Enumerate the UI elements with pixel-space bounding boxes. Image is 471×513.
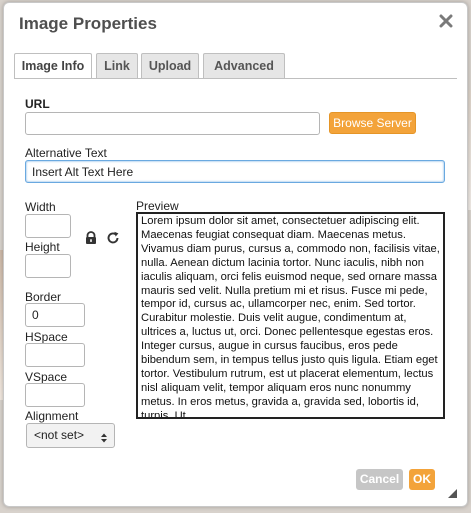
tab-link[interactable]: Link [96, 53, 138, 78]
hspace-label: HSpace [25, 330, 68, 344]
alt-text-label: Alternative Text [25, 146, 107, 160]
image-preview: Lorem ipsum dolor sit amet, consectetuer… [136, 212, 445, 419]
browse-server-button[interactable]: Browse Server [329, 112, 416, 134]
url-input[interactable] [25, 112, 320, 135]
close-icon[interactable] [437, 11, 455, 31]
width-input[interactable] [25, 214, 71, 238]
width-label: Width [25, 200, 56, 214]
dialog-title: Image Properties [19, 14, 157, 33]
lock-icon[interactable] [84, 231, 98, 245]
vspace-label: VSpace [25, 370, 68, 384]
preview-label: Preview [136, 199, 179, 213]
height-input[interactable] [25, 254, 71, 278]
tab-divider [14, 78, 457, 79]
alt-text-input[interactable] [25, 160, 445, 183]
tab-upload[interactable]: Upload [141, 53, 199, 78]
dialog-titlebar[interactable]: Image Properties [4, 3, 467, 45]
tab-image-info[interactable]: Image Info [14, 53, 92, 79]
reset-size-icon[interactable] [106, 231, 120, 245]
resize-handle-icon[interactable] [448, 485, 457, 498]
preview-text: Lorem ipsum dolor sit amet, consectetuer… [141, 215, 440, 419]
image-properties-dialog: Image Properties Image Info Link Upload … [3, 2, 468, 507]
alignment-selected-value: <not set> [34, 428, 85, 442]
alignment-select[interactable]: <not set> [26, 423, 115, 448]
ok-button[interactable]: OK [409, 469, 435, 490]
vspace-input[interactable] [25, 383, 85, 407]
height-label: Height [25, 240, 60, 254]
cancel-button[interactable]: Cancel [356, 469, 403, 490]
url-label: URL [25, 97, 50, 111]
border-input[interactable] [25, 303, 85, 327]
tab-advanced[interactable]: Advanced [203, 53, 285, 78]
border-label: Border [25, 290, 62, 304]
alignment-label: Alignment [25, 409, 79, 423]
hspace-input[interactable] [25, 343, 85, 367]
select-arrows-icon [100, 429, 108, 443]
